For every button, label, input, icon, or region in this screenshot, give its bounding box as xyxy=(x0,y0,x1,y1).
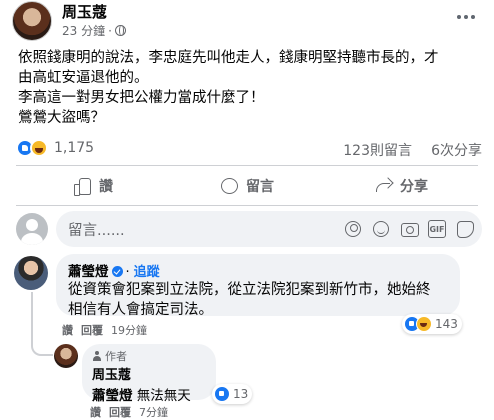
author-tag-label: 作者 xyxy=(105,350,127,363)
current-user-avatar[interactable] xyxy=(16,213,48,245)
share-label: 分享 xyxy=(400,179,428,195)
like-reaction-icon xyxy=(214,386,230,402)
comment-time[interactable]: 19分鐘 xyxy=(111,322,147,338)
reactions-summary[interactable]: 1,175 xyxy=(16,139,94,157)
comment-icon xyxy=(220,177,238,195)
comment-button[interactable]: 留言 xyxy=(170,170,324,202)
meta-dot: · xyxy=(108,23,112,38)
divider xyxy=(16,205,478,206)
commenter-avatar[interactable] xyxy=(14,256,48,290)
comment-composer: 留言...... GIF xyxy=(0,211,494,251)
more-dot-icon xyxy=(464,15,468,19)
reply-actions: 讚 回覆 7分鐘 xyxy=(90,404,168,420)
comment-like-link[interactable]: 讚 xyxy=(62,322,73,338)
comment-input-placeholder: 留言...... xyxy=(68,222,125,239)
comment-reactions[interactable]: 143 xyxy=(402,314,462,334)
thumbs-up-icon xyxy=(73,177,91,196)
reply-like-link[interactable]: 讚 xyxy=(90,404,101,420)
verified-badge-icon xyxy=(111,266,123,277)
post-line: 鶯鶯大盜嗎？ xyxy=(18,110,105,126)
reply-text: 蕭瑩燈 無法無天 xyxy=(92,384,206,404)
reply-text-body: 無法無天 xyxy=(136,388,191,404)
reply-reactions[interactable]: 13 xyxy=(212,384,253,404)
comment-text-line: 從資策會犯案到立法院，從立法院犯案到新竹市，她始終 xyxy=(68,282,431,298)
reply-author-name[interactable]: 周玉蔻 xyxy=(92,364,206,383)
follow-link[interactable]: 追蹤 xyxy=(134,265,160,280)
name-dot: · xyxy=(125,265,130,280)
haha-reaction-icon xyxy=(30,139,48,157)
post-stats: 1,175 123則留言 6次分享 xyxy=(0,139,494,161)
gif-icon[interactable]: GIF xyxy=(428,220,446,238)
post-line: 李高這一對男女把公權力當成什麼了！ xyxy=(18,90,265,106)
reply-bubble: 作者 周玉蔻 蕭瑩燈 無法無天 xyxy=(82,344,216,404)
action-bar: 讚 留言 分享 xyxy=(16,170,478,202)
post-meta: 23 分鐘 · xyxy=(62,22,126,39)
post-line: 依照錢康明的說法，李忠庭先叫他走人，錢康明堅持聽市長的，才 xyxy=(18,50,439,66)
avatar-sticker-icon[interactable] xyxy=(344,220,362,238)
like-button[interactable]: 讚 xyxy=(16,170,170,202)
post-line: 由高虹安逼退他的。 xyxy=(18,70,149,86)
haha-reaction-icon xyxy=(416,316,432,332)
reply-reply-link[interactable]: 回覆 xyxy=(109,404,131,420)
comment-actions: 讚 回覆 19分鐘 xyxy=(62,322,147,338)
post-header: 周玉蔻 23 分鐘 · xyxy=(0,0,494,41)
comment-reply-link[interactable]: 回覆 xyxy=(81,322,103,338)
more-dot-icon xyxy=(457,15,461,19)
camera-icon[interactable] xyxy=(400,220,419,238)
emoji-icon[interactable] xyxy=(372,220,390,238)
comment-reaction-count: 143 xyxy=(435,317,458,331)
person-icon xyxy=(92,351,102,361)
more-dot-icon xyxy=(471,15,475,19)
sticker-icon[interactable] xyxy=(456,220,474,238)
post-time[interactable]: 23 分鐘 xyxy=(62,22,105,39)
share-icon xyxy=(374,177,392,195)
like-label: 讚 xyxy=(99,179,113,195)
author-avatar[interactable] xyxy=(12,1,52,41)
comments-count-link[interactable]: 123則留言 xyxy=(343,140,412,160)
reply-reaction-count: 13 xyxy=(233,387,249,401)
composer-tools: GIF xyxy=(344,220,474,238)
author-tag: 作者 xyxy=(92,348,206,364)
shares-count-link[interactable]: 6次分享 xyxy=(431,140,482,160)
reply-thread-line xyxy=(31,292,53,356)
reply-author-avatar[interactable] xyxy=(54,344,78,368)
comment-bubble: 蕭瑩燈 · 追蹤 從資策會犯案到立法院，從立法院犯案到新竹市，她始終 相信有人會搞定… xyxy=(56,254,460,318)
comment-label: 留言 xyxy=(246,179,274,195)
share-button[interactable]: 分享 xyxy=(324,170,478,202)
more-options-button[interactable] xyxy=(454,8,478,26)
post-body: 依照錢康明的說法，李忠庭先叫他走人，錢康明堅持聽市長的，才 由高虹安逼退他的。 … xyxy=(18,48,484,128)
reply-time[interactable]: 7分鐘 xyxy=(139,404,168,420)
post-author-name[interactable]: 周玉蔻 xyxy=(62,1,107,22)
divider xyxy=(16,165,478,166)
comment-text-line: 相信有人會搞定司法。 xyxy=(68,302,213,318)
reaction-count: 1,175 xyxy=(54,140,95,156)
globe-icon xyxy=(114,25,126,36)
reply-mention-link[interactable]: 蕭瑩燈 xyxy=(92,388,133,404)
commenter-name[interactable]: 蕭瑩燈 xyxy=(68,260,109,280)
